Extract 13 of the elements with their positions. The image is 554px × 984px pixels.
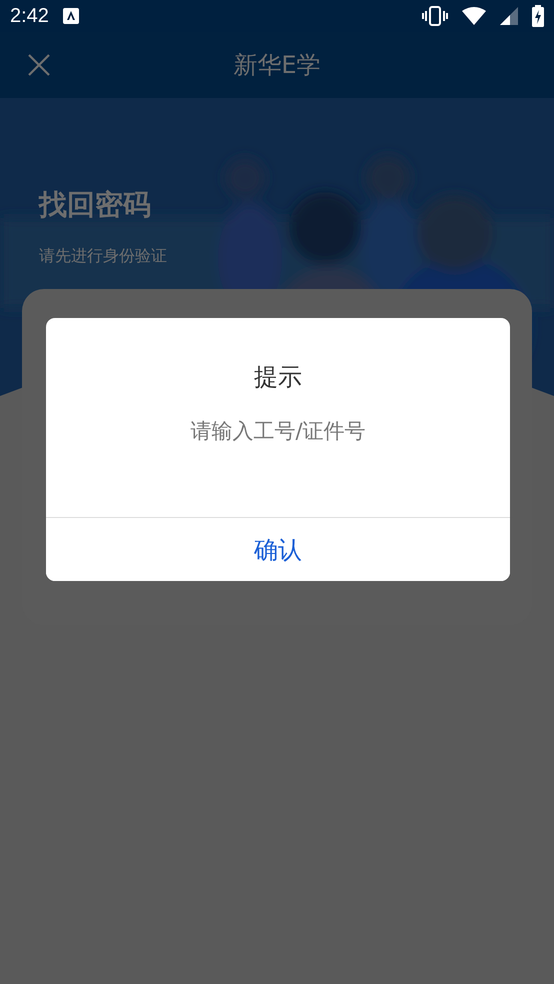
dialog-title: 提示 — [254, 362, 302, 393]
close-icon[interactable] — [28, 54, 50, 76]
app-title: 新华E学 — [233, 50, 321, 81]
page-subtitle: 请先进行身份验证 — [39, 246, 167, 267]
notification-icon — [62, 8, 79, 24]
battery-icon — [532, 5, 544, 27]
wifi-icon — [462, 7, 486, 25]
vibrate-icon — [422, 6, 448, 26]
dialog-message: 请输入工号/证件号 — [190, 418, 366, 445]
page-heading: 找回密码 — [39, 187, 151, 223]
status-time: 2:42 — [10, 4, 49, 28]
confirm-button[interactable]: 确认 — [46, 517, 510, 581]
signal-icon — [500, 7, 518, 25]
